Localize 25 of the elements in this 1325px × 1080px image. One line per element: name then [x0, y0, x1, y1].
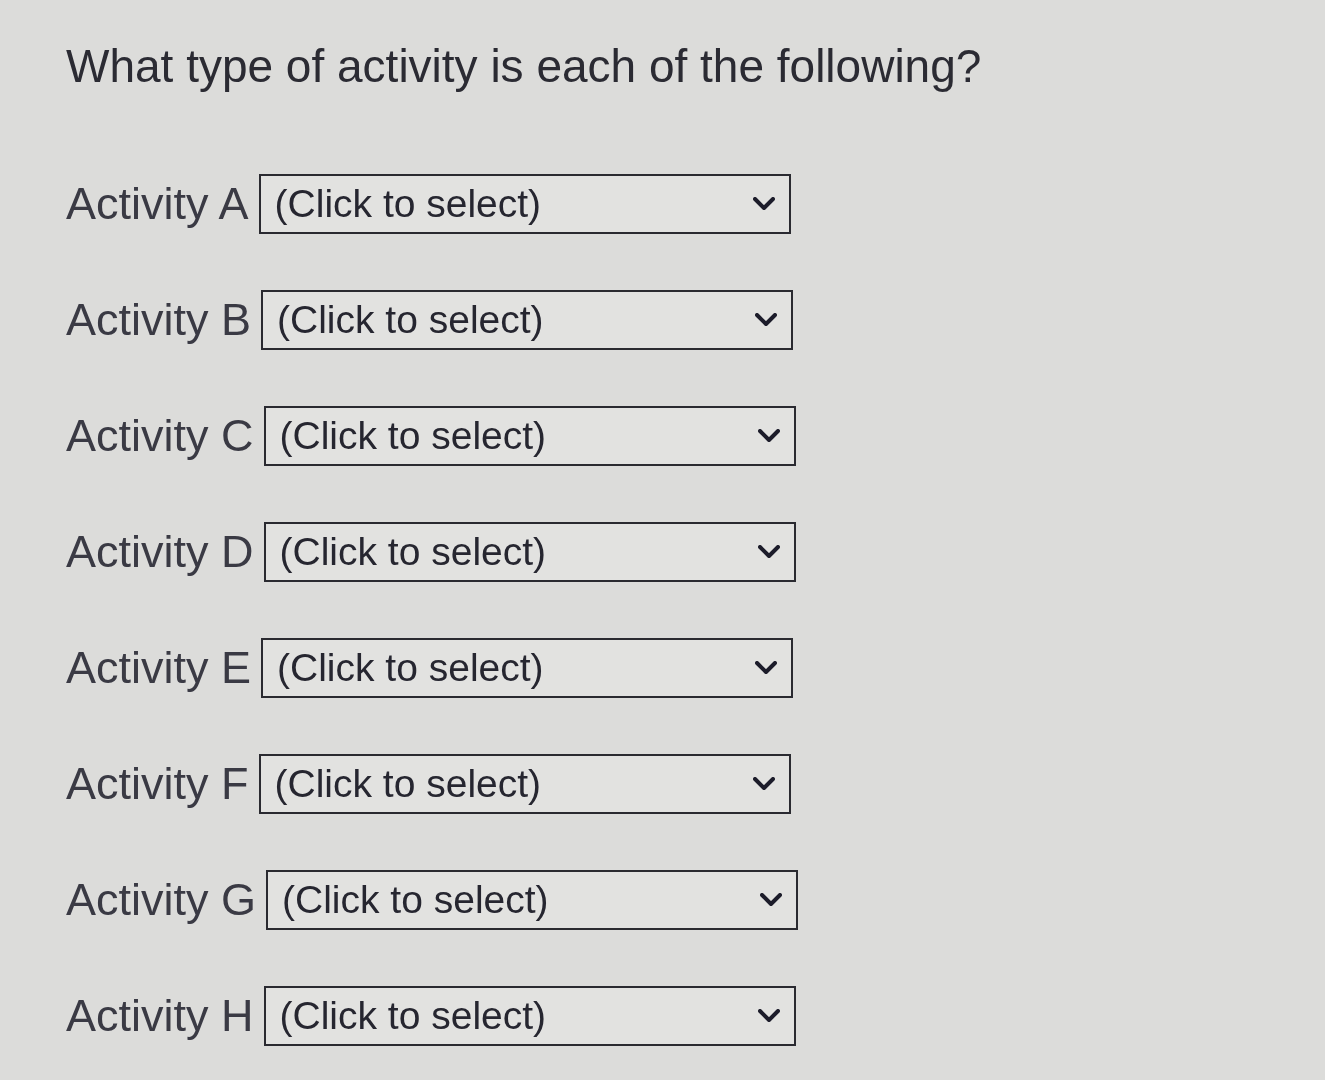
activity-label: Activity C	[66, 409, 254, 463]
activity-label: Activity B	[66, 293, 252, 347]
chevron-down-icon	[755, 313, 778, 327]
question-text: What type of activity is each of the following?	[66, 39, 983, 94]
dropdown[interactable]: (Click to select)	[261, 290, 794, 350]
activity-label: Activity F	[66, 757, 249, 811]
chevron-down-icon	[755, 661, 778, 675]
chevron-down-icon	[752, 777, 775, 791]
dropdown[interactable]: (Click to select)	[258, 174, 791, 234]
activity-label: Activity D	[66, 525, 254, 579]
dropdown[interactable]: (Click to select)	[261, 638, 794, 698]
activity-label: Activity G	[66, 873, 257, 927]
dropdown[interactable]: (Click to select)	[258, 754, 791, 814]
dropdown[interactable]: (Click to select)	[266, 870, 799, 930]
activity-label: Activity H	[66, 989, 254, 1043]
dropdown[interactable]: (Click to select)	[263, 522, 796, 582]
chevron-down-icon	[752, 197, 775, 211]
chevron-down-icon	[760, 893, 783, 907]
dropdown[interactable]: (Click to select)	[263, 986, 796, 1046]
chevron-down-icon	[757, 545, 780, 559]
chevron-down-icon	[757, 1009, 780, 1023]
activity-label: Activity E	[66, 641, 252, 695]
chevron-down-icon	[757, 429, 780, 443]
activity-label: Activity A	[66, 177, 249, 231]
dropdown[interactable]: (Click to select)	[263, 406, 796, 466]
